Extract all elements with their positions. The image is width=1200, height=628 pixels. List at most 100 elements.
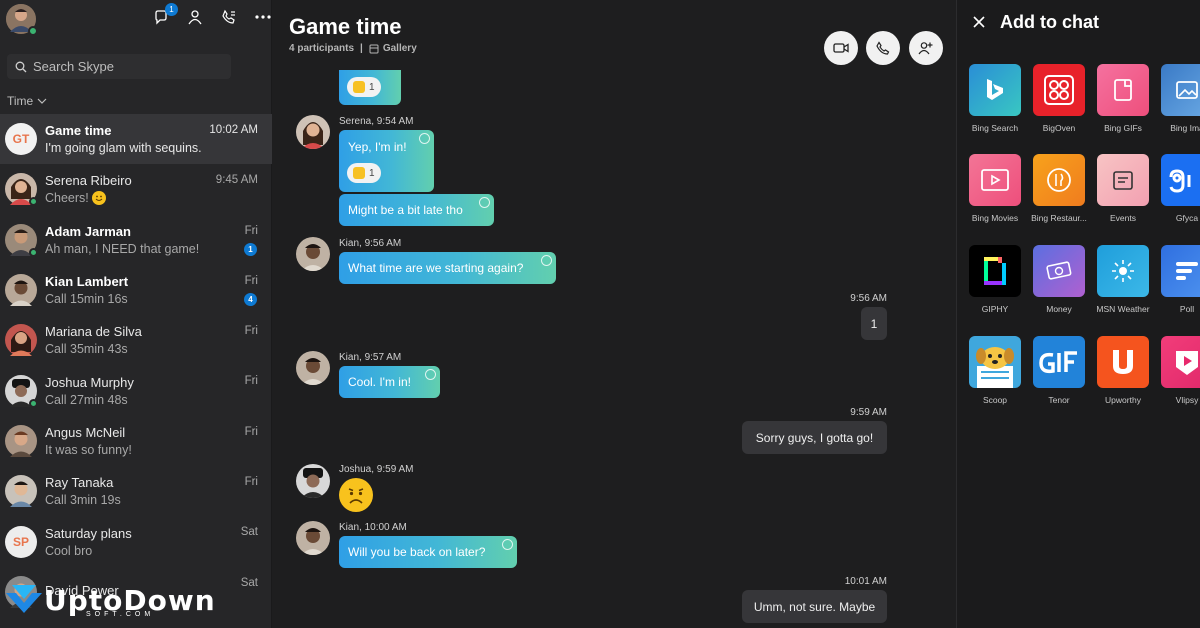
- message-time: 10:01 AM: [844, 576, 887, 587]
- message-bubble[interactable]: What time are we starting again?: [339, 252, 556, 284]
- more-options-button[interactable]: [252, 6, 274, 28]
- avatar: [5, 274, 37, 307]
- add-reaction-icon[interactable]: [541, 255, 552, 266]
- chat-name: Saturday plans: [45, 525, 132, 541]
- sidebar: 1 Search Skype Time GT Game time I'm goi…: [0, 0, 272, 628]
- chat-time: Fri: [244, 325, 258, 338]
- avatar-initials: SP: [12, 534, 29, 549]
- audio-call-button[interactable]: [866, 31, 900, 65]
- chat-item-game-time[interactable]: GT Game time I'm going glam with sequins…: [0, 114, 272, 165]
- smiley-emoji-icon: [92, 191, 107, 206]
- phone-history-icon: [222, 9, 235, 24]
- contacts-button[interactable]: [184, 6, 206, 28]
- message-bubble[interactable]: Cool. I'm in!: [339, 366, 440, 398]
- chat-item-adam-jarman[interactable]: Adam Jarman Ah man, I NEED that game! Fr…: [0, 215, 272, 265]
- chat-item-ray-tanaka[interactable]: Ray Tanaka Call 3min 19s Fri: [0, 466, 272, 516]
- avatar: [5, 223, 38, 257]
- bing-gifs-icon: [1097, 64, 1149, 116]
- notifications-button[interactable]: 1: [150, 3, 178, 28]
- sender-avatar-kian[interactable]: [296, 521, 330, 555]
- chat-name: Joshua Murphy: [45, 374, 134, 390]
- sort-dropdown[interactable]: Time: [7, 94, 47, 108]
- panel-title: Add to chat: [1000, 12, 1099, 32]
- reaction-count: 1: [369, 167, 375, 179]
- add-reaction-icon[interactable]: [419, 133, 430, 144]
- app-tile-bing-restaurants[interactable]: Bing Restaur...: [1027, 154, 1091, 223]
- app-tile-bing-gifs[interactable]: Bing GIFs: [1091, 64, 1155, 133]
- sender-avatar-joshua[interactable]: [296, 464, 330, 498]
- app-tile-scoop[interactable]: Scoop: [963, 336, 1027, 405]
- message-bubble[interactable]: Might be a bit late tho: [339, 194, 494, 226]
- app-tile-bing-images[interactable]: Bing Ima: [1155, 64, 1200, 133]
- message-sender: Serena, 9:54 AM: [339, 116, 414, 127]
- chat-item-mariana-de-silva[interactable]: Mariana de Silva Call 35min 43s Fri: [0, 315, 272, 365]
- unread-badge: 1: [244, 242, 257, 256]
- add-participant-button[interactable]: [909, 31, 943, 65]
- avatar: [5, 324, 37, 357]
- participants-count[interactable]: 4 participants: [289, 43, 354, 54]
- conversation-pane: Game time 4 participants | Gallery 1 Ser…: [272, 0, 956, 628]
- reaction-pill[interactable]: 1: [347, 77, 381, 97]
- skype-app: 1 Search Skype Time GT Game time I'm goi…: [0, 0, 1200, 628]
- calls-button[interactable]: [218, 6, 240, 28]
- app-tile-poll[interactable]: Poll: [1155, 245, 1200, 314]
- app-tile-money[interactable]: Money: [1027, 245, 1091, 314]
- chat-item-angus-mcneil[interactable]: Angus McNeil It was so funny! Fri: [0, 416, 272, 466]
- chat-preview: Call 3min 19s: [45, 493, 121, 508]
- avatar-photo: [5, 475, 37, 508]
- add-reaction-icon[interactable]: [502, 539, 513, 550]
- message-bubble[interactable]: Will you be back on later?: [339, 536, 517, 568]
- chat-preview: I'm going glam with sequins.: [45, 141, 202, 156]
- chat-preview: Cool bro: [45, 543, 93, 558]
- profile-avatar[interactable]: [6, 4, 38, 36]
- app-tile-tenor[interactable]: Tenor: [1027, 336, 1091, 405]
- close-panel-button[interactable]: [971, 14, 987, 30]
- add-reaction-icon[interactable]: [479, 197, 490, 208]
- reaction-pill[interactable]: 1: [347, 163, 381, 183]
- search-box[interactable]: [7, 54, 231, 79]
- sidebar-toolbar: 1: [150, 3, 274, 28]
- close-icon: [973, 16, 985, 28]
- app-tile-bing-movies[interactable]: Bing Movies: [963, 154, 1027, 223]
- sender-avatar-serena[interactable]: [296, 115, 330, 149]
- message-sender: Joshua, 9:59 AM: [339, 464, 414, 475]
- chat-time: Fri: [244, 476, 258, 489]
- contacts-icon: [188, 10, 202, 25]
- chat-item-saturday-plans[interactable]: SP Saturday plans Cool bro Sat: [0, 516, 272, 566]
- message-bubble[interactable]: Yep, I'm in!: [339, 130, 434, 192]
- app-tile-upworthy[interactable]: Upworthy: [1091, 336, 1155, 405]
- add-reaction-icon[interactable]: [425, 369, 436, 380]
- chat-time: Fri: [244, 375, 258, 388]
- app-tile-bing-search[interactable]: Bing Search: [963, 64, 1027, 133]
- app-tile-msn-weather[interactable]: MSN Weather: [1091, 245, 1155, 314]
- sender-avatar-kian[interactable]: [296, 237, 330, 271]
- weather-sun-icon: [1097, 245, 1149, 297]
- app-tile-vlipsy[interactable]: Vlipsy: [1155, 336, 1200, 405]
- video-call-button[interactable]: [824, 31, 858, 65]
- add-person-icon: [918, 42, 933, 55]
- vlipsy-icon: [1161, 336, 1200, 388]
- app-tile-events[interactable]: Events: [1091, 154, 1155, 223]
- search-input[interactable]: [33, 59, 213, 74]
- app-label: Bing Search: [971, 123, 1019, 133]
- chat-time: Fri: [244, 425, 258, 438]
- gallery-label: Gallery: [382, 43, 417, 54]
- chat-item-kian-lambert[interactable]: Kian Lambert Call 15min 16s Fri 4: [0, 265, 272, 315]
- app-tile-giphy[interactable]: GIPHY: [963, 245, 1027, 314]
- app-tile-gfycat[interactable]: Gfyca: [1155, 154, 1200, 223]
- chat-item-joshua-murphy[interactable]: Joshua Murphy Call 27min 48s Fri: [0, 365, 272, 415]
- avatar-photo: [5, 424, 37, 457]
- chat-item-serena-ribeiro[interactable]: Serena Ribeiro Cheers! 9:45 AM: [0, 164, 272, 214]
- app-label: Bing Restaur...: [1031, 213, 1087, 223]
- group-avatar: GT: [5, 123, 37, 156]
- chat-preview: Ah man, I NEED that game!: [45, 241, 200, 256]
- app-tile-bigoven[interactable]: BigOven: [1027, 64, 1091, 133]
- chevron-down-icon: [37, 98, 47, 104]
- worried-face-emoji-icon[interactable]: [339, 478, 373, 512]
- outgoing-message-bubble[interactable]: Umm, not sure. Maybe: [742, 590, 887, 623]
- sender-avatar-kian[interactable]: [296, 351, 330, 385]
- gfycat-icon: [1161, 154, 1200, 206]
- outgoing-message-bubble[interactable]: 1: [861, 307, 887, 340]
- outgoing-message-bubble[interactable]: Sorry guys, I gotta go!: [742, 421, 887, 454]
- gallery-link[interactable]: Gallery: [369, 43, 417, 54]
